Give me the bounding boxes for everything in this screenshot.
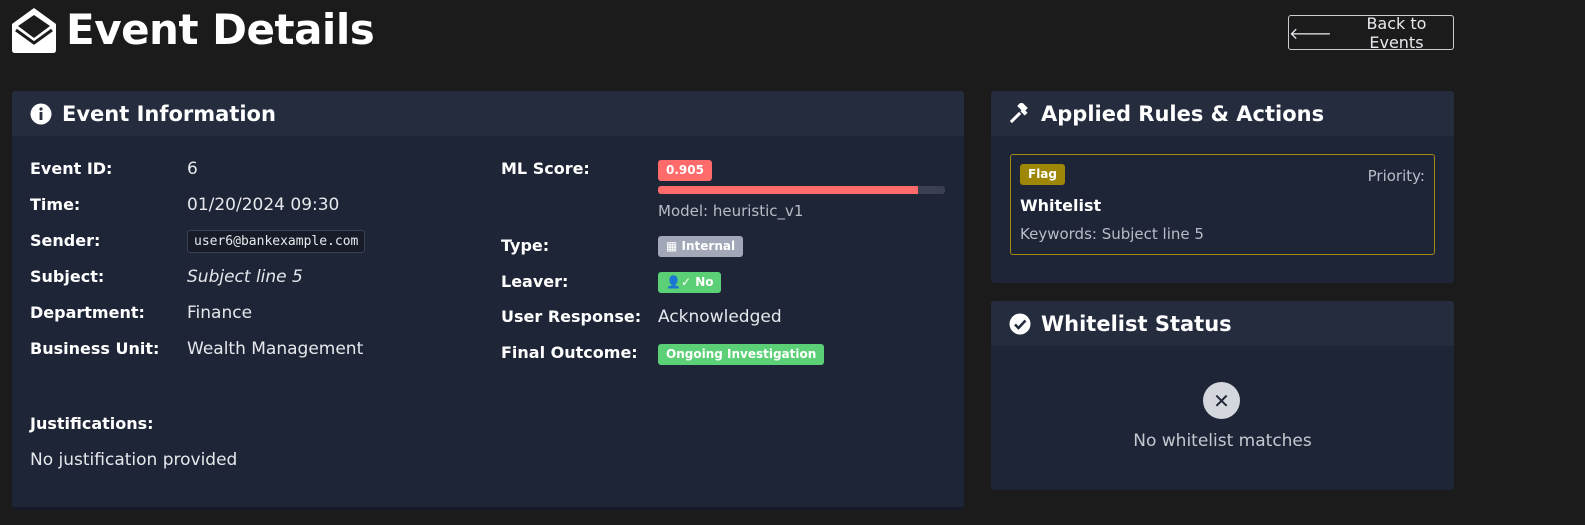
event-id-value: 6 — [187, 159, 198, 179]
justifications-row: Justifications: — [30, 414, 154, 434]
justifications-label: Justifications: — [30, 414, 154, 433]
type-badge: ▦ Internal — [658, 236, 744, 257]
final-outcome-row: Final Outcome: — [501, 343, 638, 363]
type-row: Type: — [501, 236, 549, 256]
event-information-header: Event Information — [12, 91, 964, 136]
event-information-card: Event Information Event ID: 6 Time: 01/2… — [12, 91, 964, 510]
final-outcome-label: Final Outcome: — [501, 343, 638, 362]
building-icon: ▦ — [666, 239, 678, 253]
whitelist-status-card: Whitelist Status ✕ No whitelist matches — [991, 301, 1454, 490]
sender-label: Sender: — [30, 231, 101, 250]
back-to-events-button[interactable]: 🡐 Back to Events — [1288, 13, 1454, 52]
subject-row: Subject: — [30, 267, 104, 287]
back-button-label: Back to Events — [1366, 13, 1427, 52]
event-information-title: Event Information — [62, 101, 276, 126]
whitelist-message: No whitelist matches — [1133, 431, 1312, 451]
sender-value-wrap: user6@bankexample.com — [187, 230, 366, 253]
rule-keywords: Keywords: Subject line 5 — [1020, 225, 1204, 243]
subject-value: Subject line 5 — [187, 267, 303, 287]
rule-name: Whitelist — [1020, 196, 1102, 215]
user-check-icon: 👤✓ — [666, 275, 691, 289]
ml-score-badge-wrap: 0.905 — [658, 159, 712, 181]
user-response-label: User Response: — [501, 307, 642, 326]
whitelist-status-header: Whitelist Status — [991, 301, 1454, 346]
department-row: Department: — [30, 303, 145, 323]
user-response-row: User Response: — [501, 307, 641, 327]
subject-label: Subject: — [30, 267, 105, 286]
department-label: Department: — [30, 303, 145, 322]
department-value: Finance — [187, 303, 253, 323]
arrow-left-icon: 🡐 — [1289, 23, 1332, 43]
ml-score-progress — [658, 186, 945, 194]
type-badge-wrap: ▦ Internal — [658, 235, 744, 257]
type-label: Type: — [501, 236, 550, 255]
leaver-label: Leaver: — [501, 272, 569, 291]
x-circle-icon: ✕ — [1203, 382, 1240, 419]
event-id-label: Event ID: — [30, 159, 113, 178]
leaver-badge-label: No — [695, 275, 714, 289]
time-row: Time: — [30, 195, 80, 215]
page-title-wrap: Event Details — [10, 4, 375, 56]
envelope-open-icon — [12, 8, 56, 53]
leaver-badge-wrap: 👤✓ No — [658, 271, 722, 293]
info-circle-icon — [30, 103, 52, 124]
final-outcome-badge-wrap: Ongoing Investigation — [658, 343, 825, 365]
rule-action-badge: Flag — [1020, 164, 1065, 185]
whitelist-status-title: Whitelist Status — [1041, 311, 1232, 336]
justifications-value: No justification provided — [30, 450, 238, 470]
leaver-row: Leaver: — [501, 272, 568, 292]
rule-item: Flag Priority: Whitelist Keywords: Subje… — [1010, 154, 1435, 255]
time-value: 01/20/2024 09:30 — [187, 195, 340, 215]
user-response-value: Acknowledged — [658, 307, 782, 327]
rule-priority-label: Priority: — [1367, 167, 1425, 185]
ml-model-text: Model: heuristic_v1 — [658, 202, 804, 220]
time-label: Time: — [30, 195, 81, 214]
page-title: Event Details — [66, 5, 375, 54]
business-unit-value: Wealth Management — [187, 339, 364, 359]
business-unit-row: Business Unit: — [30, 339, 159, 359]
final-outcome-badge: Ongoing Investigation — [658, 344, 825, 365]
business-unit-label: Business Unit: — [30, 339, 160, 358]
gavel-icon — [1009, 102, 1028, 123]
applied-rules-title: Applied Rules & Actions — [1041, 101, 1325, 126]
applied-rules-header: Applied Rules & Actions — [991, 91, 1454, 136]
page-header: Event Details 🡐 Back to Events — [10, 4, 1454, 56]
ml-score-row: ML Score: — [501, 159, 590, 179]
leaver-badge: 👤✓ No — [658, 272, 722, 293]
ml-score-progress-fill — [658, 186, 918, 194]
check-circle-icon — [1009, 313, 1031, 334]
ml-score-label: ML Score: — [501, 159, 590, 178]
sender-row: Sender: — [30, 231, 100, 251]
ml-score-badge: 0.905 — [658, 160, 712, 181]
type-badge-label: Internal — [681, 239, 736, 253]
sender-email: user6@bankexample.com — [187, 230, 366, 253]
applied-rules-card: Applied Rules & Actions Flag Priority: W… — [991, 91, 1454, 283]
event-id-row: Event ID: — [30, 159, 112, 179]
